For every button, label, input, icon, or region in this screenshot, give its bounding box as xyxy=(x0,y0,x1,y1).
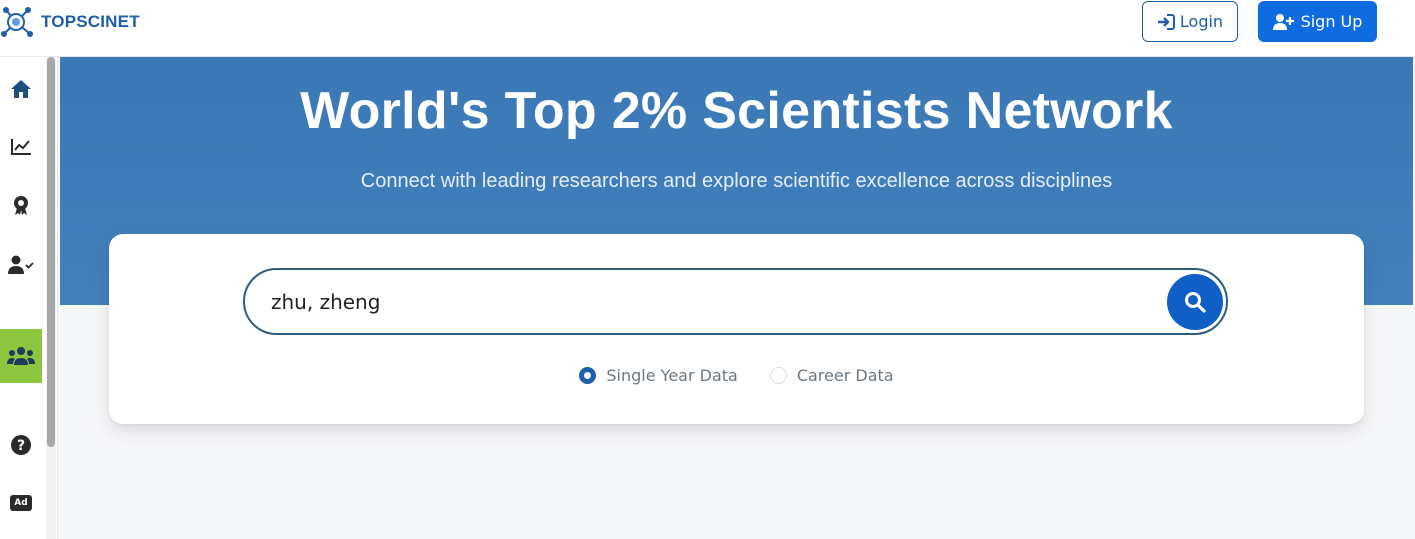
logo[interactable]: TOPSCINET xyxy=(0,2,140,42)
svg-text:?: ? xyxy=(17,438,25,454)
sidebar-item-help[interactable]: ? xyxy=(0,423,42,467)
data-type-radio-group: Single Year Data Career Data xyxy=(109,366,1364,385)
sign-in-icon xyxy=(1157,13,1175,30)
chart-line-icon xyxy=(11,139,31,155)
sidebar-item-network[interactable] xyxy=(0,329,42,383)
login-button[interactable]: Login xyxy=(1142,1,1238,42)
search-button[interactable] xyxy=(1167,274,1223,330)
home-icon xyxy=(11,80,31,98)
search-box xyxy=(243,268,1228,335)
login-label: Login xyxy=(1179,12,1224,31)
radio-career-label: Career Data xyxy=(796,366,894,385)
page-subtitle: Connect with leading researchers and exp… xyxy=(360,170,1113,192)
sidebar-item-ads[interactable]: Ad xyxy=(0,481,42,525)
left-sidebar: ? Ad xyxy=(0,57,58,539)
radio-single-year-label: Single Year Data xyxy=(606,366,738,385)
logo-text: TOPSCINET xyxy=(41,12,140,31)
signup-label: Sign Up xyxy=(1300,12,1363,31)
network-globe-icon xyxy=(1,7,33,37)
sidebar-item-statistics[interactable] xyxy=(0,125,42,169)
sidebar-item-verified-users[interactable] xyxy=(0,243,42,287)
sidebar-item-home[interactable] xyxy=(0,67,42,111)
radio-career[interactable]: Career Data xyxy=(769,366,894,385)
users-icon xyxy=(7,347,35,365)
radio-button-selected[interactable] xyxy=(579,367,597,384)
search-icon xyxy=(1185,292,1206,313)
radio-button-unselected[interactable] xyxy=(769,367,787,384)
page-title: World's Top 2% Scientists Network xyxy=(300,82,1173,140)
search-card: Single Year Data Career Data xyxy=(109,234,1364,424)
top-bar: TOPSCINET Login Sign Up xyxy=(0,0,1415,57)
award-icon xyxy=(14,196,28,215)
search-input[interactable] xyxy=(271,270,1151,333)
signup-button[interactable]: Sign Up xyxy=(1258,1,1377,42)
sidebar-item-awards[interactable] xyxy=(0,183,42,227)
radio-single-year[interactable]: Single Year Data xyxy=(579,366,738,385)
question-icon: ? xyxy=(11,435,31,455)
ad-icon-label: Ad xyxy=(14,498,28,508)
user-plus-icon xyxy=(1272,13,1294,30)
user-check-icon xyxy=(8,255,34,274)
sidebar-scrollbar-thumb[interactable] xyxy=(47,57,55,447)
